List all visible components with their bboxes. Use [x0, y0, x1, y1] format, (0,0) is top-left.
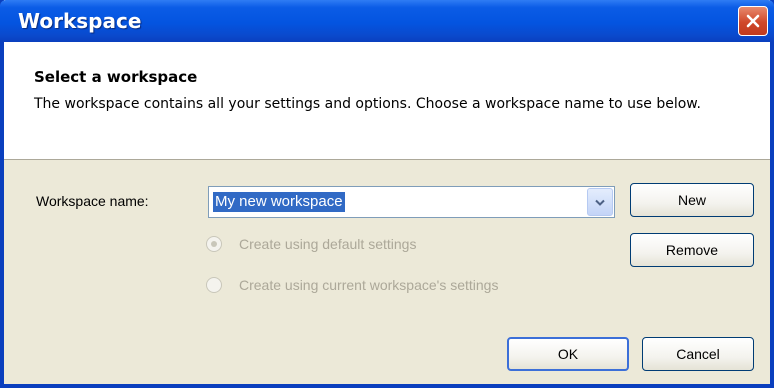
new-button[interactable]: New	[630, 183, 754, 217]
header-panel: Select a workspace The workspace contain…	[4, 42, 770, 160]
workspace-name-label: Workspace name:	[36, 193, 149, 209]
chevron-down-icon	[594, 193, 606, 212]
window-title: Workspace	[18, 9, 142, 33]
workspace-name-combobox[interactable]: My new workspace	[208, 186, 615, 218]
dropdown-button[interactable]	[587, 188, 613, 216]
workspace-name-value[interactable]: My new workspace	[213, 192, 345, 212]
remove-button[interactable]: Remove	[630, 233, 754, 267]
header-title: Select a workspace	[34, 68, 198, 86]
cancel-button[interactable]: Cancel	[642, 337, 754, 371]
ok-button[interactable]: OK	[507, 337, 629, 371]
option-default-settings: Create using default settings	[206, 233, 416, 255]
radio-dot	[211, 241, 217, 247]
close-icon	[745, 13, 761, 29]
option-current-settings: Create using current workspace's setting…	[206, 274, 498, 296]
header-description: The workspace contains all your settings…	[34, 96, 701, 112]
close-button[interactable]	[738, 6, 768, 36]
radio-button-selected	[206, 236, 222, 252]
workspace-dialog: Workspace Select a workspace The workspa…	[0, 0, 774, 388]
radio-button	[206, 277, 222, 293]
option-current-label: Create using current workspace's setting…	[239, 277, 499, 293]
option-default-label: Create using default settings	[239, 236, 417, 252]
title-bar[interactable]: Workspace	[0, 0, 774, 42]
